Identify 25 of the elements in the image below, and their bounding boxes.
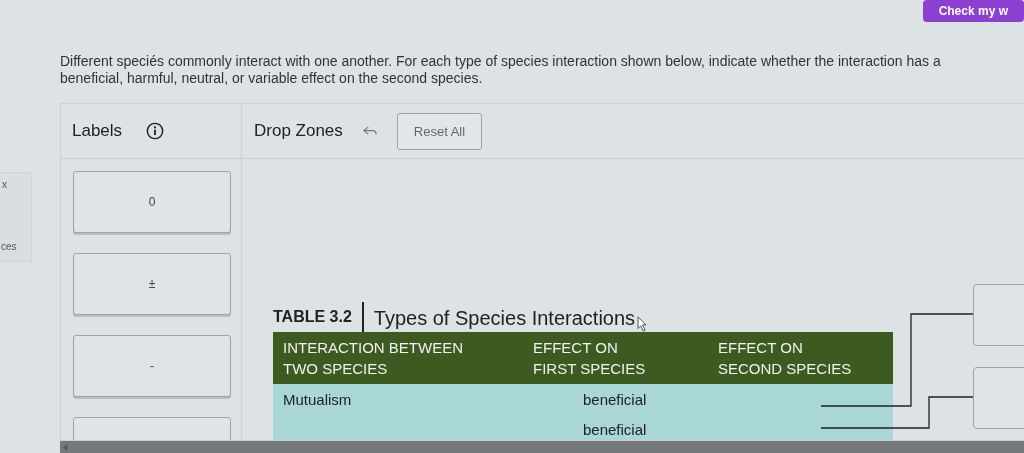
undo-icon[interactable] bbox=[362, 125, 377, 137]
label-card[interactable]: ± bbox=[73, 253, 231, 315]
info-icon[interactable] bbox=[146, 122, 165, 140]
table-cell: beneficial bbox=[583, 390, 647, 408]
drop-target[interactable] bbox=[973, 367, 1024, 429]
side-tab-text: ces bbox=[1, 241, 17, 252]
table-title: Types of Species Interactions bbox=[373, 306, 636, 331]
reset-all-button[interactable]: Reset All bbox=[396, 112, 483, 150]
check-my-work-button[interactable]: Check my w bbox=[922, 0, 1024, 22]
label-card[interactable]: - bbox=[73, 335, 231, 397]
horizontal-scrollbar[interactable] bbox=[60, 441, 1024, 453]
cursor-icon bbox=[637, 316, 649, 332]
table-cell: Mutualism bbox=[283, 390, 352, 408]
labels-title: Labels bbox=[72, 121, 123, 141]
side-tab[interactable]: x ces bbox=[0, 172, 32, 262]
column-header: EFFECT ON SECOND SPECIES bbox=[718, 338, 852, 379]
column-header: EFFECT ON FIRST SPECIES bbox=[533, 338, 647, 379]
side-tab-text: x bbox=[2, 179, 7, 190]
scroll-left-icon[interactable] bbox=[63, 443, 68, 451]
drop-target[interactable] bbox=[973, 284, 1024, 346]
drop-zones-title: Drop Zones bbox=[254, 121, 343, 141]
label-card[interactable]: 0 bbox=[73, 171, 231, 233]
table-cell: beneficial bbox=[583, 420, 647, 438]
column-header: INTERACTION BETWEEN TWO SPECIES bbox=[283, 338, 464, 379]
instructions-text: Different speciés commonly interact with one another. For each type of species interaction shown below, indicate whether the interaction has a beneficial, harmful, neutral, or variable effect on the second species. bbox=[60, 53, 942, 87]
